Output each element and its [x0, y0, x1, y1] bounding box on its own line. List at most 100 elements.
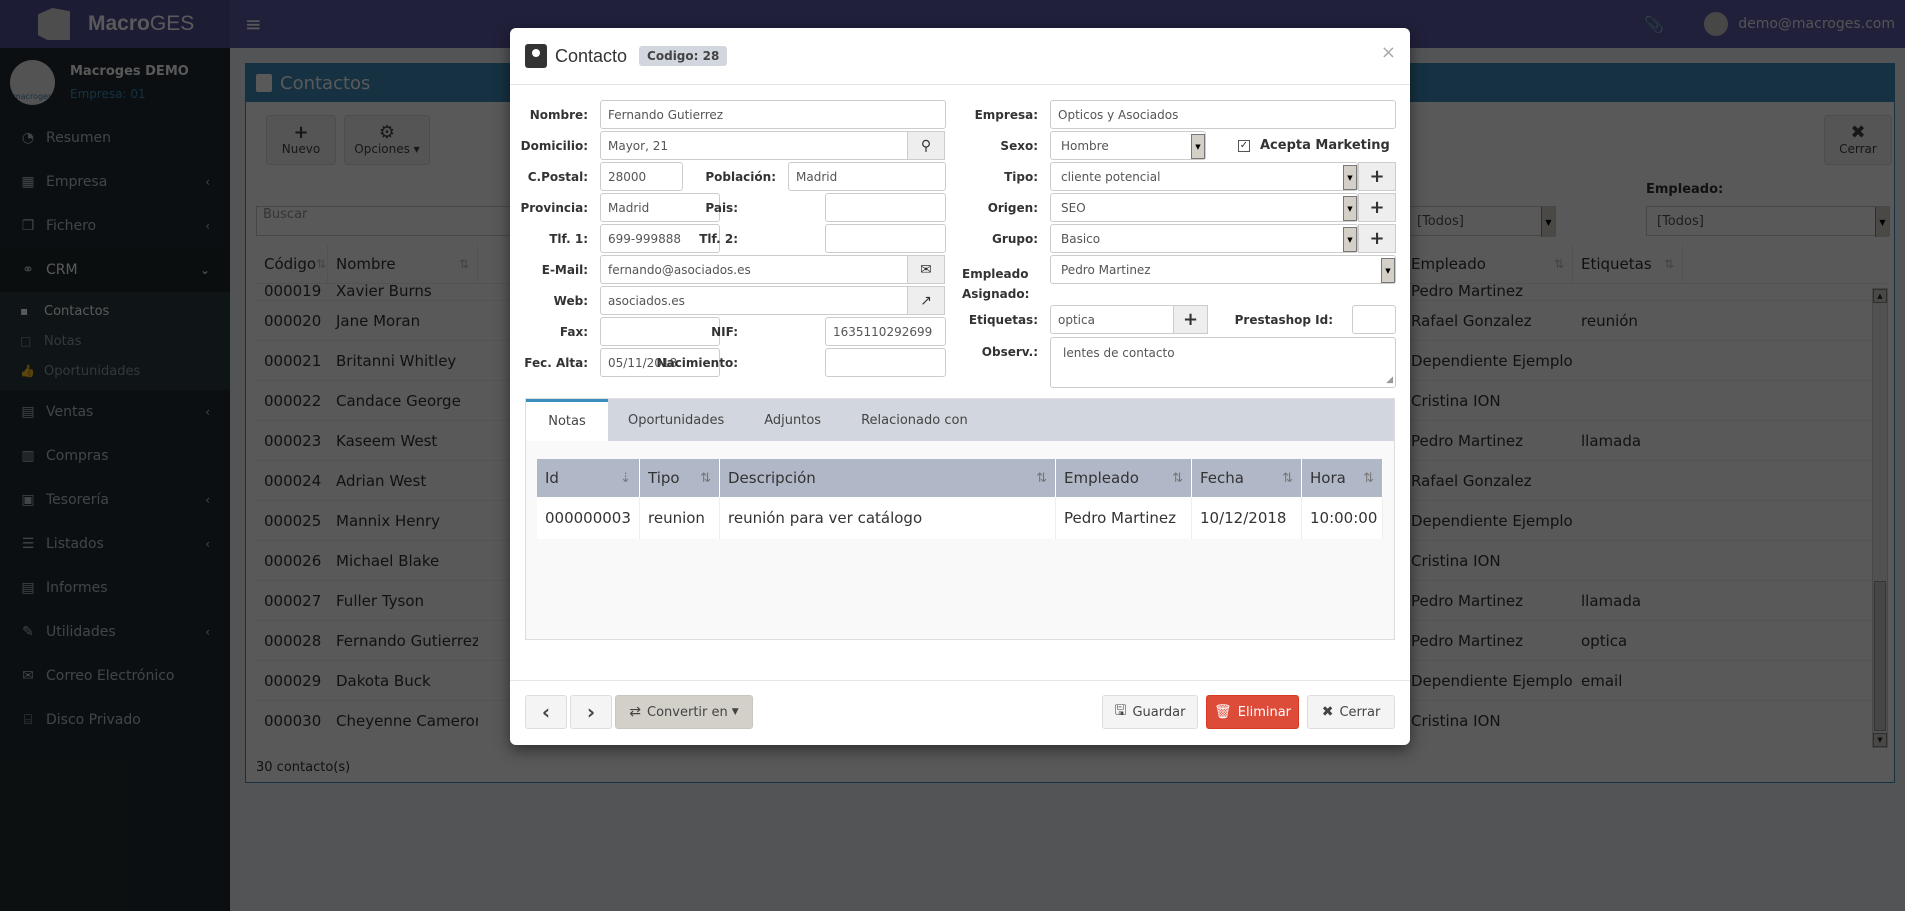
- tab-adjuntos[interactable]: Adjuntos: [744, 399, 841, 441]
- notes-column-header[interactable]: Hora ⇅: [1302, 459, 1383, 497]
- email-field[interactable]: fernando@asociados.es: [600, 255, 908, 284]
- empresa-field[interactable]: Opticos y Asociados: [1050, 100, 1396, 129]
- column-label: Empleado: [1064, 469, 1139, 487]
- tipo-select[interactable]: cliente potencial ▼: [1050, 162, 1358, 191]
- sort-icon[interactable]: ⇅: [1036, 471, 1047, 486]
- sort-icon[interactable]: ⇅: [1363, 471, 1374, 486]
- observ-textarea[interactable]: lentes de contacto ◢: [1050, 337, 1396, 388]
- delete-button[interactable]: 🗑 Eliminar: [1206, 695, 1299, 729]
- fax-field[interactable]: [600, 317, 720, 346]
- domicilio-field[interactable]: Mayor, 21: [600, 131, 908, 160]
- contact-modal: Contacto Codigo: 28 × Nombre: Fernando G…: [510, 28, 1410, 745]
- modal-tabs: Notas Oportunidades Adjuntos Relacionado co…: [525, 398, 1395, 640]
- dropdown-arrow-icon[interactable]: ▼: [1343, 196, 1357, 221]
- etiquetas-label: Etiquetas:: [968, 313, 1038, 327]
- modal-close-icon[interactable]: ×: [1381, 42, 1396, 63]
- notes-table: Id ⇣ Tipo ⇅ Descripción ⇅ Empleado ⇅ Fecha ⇅ Hora ⇅…: [537, 459, 1383, 539]
- sort-icon[interactable]: ⇅: [1172, 471, 1183, 486]
- sexo-value: Hombre: [1061, 138, 1109, 153]
- origen-select[interactable]: SEO ▼: [1050, 193, 1358, 222]
- close-button[interactable]: ✖ Cerrar: [1307, 695, 1395, 729]
- etiquetas-field[interactable]: optica: [1050, 305, 1174, 334]
- notes-column-header[interactable]: Descripción ⇅: [720, 459, 1056, 497]
- empleado-value: Pedro Martinez: [1061, 262, 1151, 277]
- provincia-label: Provincia:: [520, 201, 588, 215]
- tab-oportunidades[interactable]: Oportunidades: [608, 399, 744, 441]
- delete-label: Eliminar: [1237, 704, 1292, 720]
- nif-field[interactable]: 1635110292699: [825, 317, 946, 346]
- nacimiento-label: Nacimiento:: [656, 356, 738, 370]
- poblacion-field[interactable]: Madrid: [788, 162, 946, 191]
- convert-dropdown-button[interactable]: ⇄ Convertir en ▼: [615, 695, 753, 729]
- tlf2-field[interactable]: [825, 224, 946, 253]
- fax-label: Fax:: [559, 325, 588, 339]
- tipo-label: Tipo:: [1004, 170, 1038, 184]
- add-grupo-button[interactable]: +: [1358, 224, 1396, 253]
- notes-column-header[interactable]: Id ⇣: [537, 459, 640, 497]
- tab-relacionado-con[interactable]: Relacionado con: [841, 399, 988, 441]
- empleado-select[interactable]: Pedro Martinez ▼: [1050, 255, 1396, 284]
- column-label: Tipo: [648, 469, 680, 487]
- nacimiento-field[interactable]: [825, 348, 946, 377]
- notes-column-header[interactable]: Empleado ⇅: [1056, 459, 1192, 497]
- note-row[interactable]: 000000003 reunion reunión para ver catálog…: [537, 497, 1383, 539]
- observ-value: lentes de contacto: [1063, 346, 1175, 360]
- prestashop-label: Prestashop Id:: [1234, 313, 1333, 327]
- exchange-icon: ⇄: [629, 704, 642, 720]
- notes-column-header[interactable]: Tipo ⇅: [640, 459, 720, 497]
- envelope-icon[interactable]: ✉: [907, 255, 945, 284]
- save-button[interactable]: 🖫 Guardar: [1102, 695, 1198, 729]
- next-record-button[interactable]: ›: [570, 695, 612, 729]
- add-tipo-button[interactable]: +: [1358, 162, 1396, 191]
- pais-field[interactable]: [825, 193, 946, 222]
- close-label: Cerrar: [1339, 704, 1381, 720]
- acepta-marketing-checkbox[interactable]: ✓ Acepta Marketing: [1238, 138, 1390, 153]
- web-field[interactable]: asociados.es: [600, 286, 908, 315]
- trash-icon: 🗑: [1213, 704, 1232, 720]
- sort-icon[interactable]: ⇅: [1282, 471, 1293, 486]
- cpostal-field[interactable]: 28000: [600, 162, 683, 191]
- provincia-field[interactable]: Madrid: [600, 193, 720, 222]
- fec-alta-label: Fec. Alta:: [524, 356, 588, 370]
- tlf2-label: Tlf. 2:: [699, 232, 738, 246]
- dropdown-arrow-icon[interactable]: ▼: [1381, 258, 1395, 283]
- notes-column-header[interactable]: Fecha ⇅: [1192, 459, 1302, 497]
- dropdown-arrow-icon[interactable]: ▼: [1343, 165, 1357, 190]
- dropdown-arrow-icon[interactable]: ▼: [1343, 227, 1357, 252]
- modal-footer: ‹ › ⇄ Convertir en ▼ 🖫 Guardar 🗑 Elimina…: [510, 680, 1410, 745]
- column-label: Descripción: [728, 469, 816, 487]
- dropdown-arrow-icon[interactable]: ▼: [1191, 134, 1205, 159]
- tab-notas[interactable]: Notas: [526, 399, 608, 441]
- sort-icon[interactable]: ⇅: [700, 471, 711, 486]
- prev-record-button[interactable]: ‹: [525, 695, 567, 729]
- add-origen-button[interactable]: +: [1358, 193, 1396, 222]
- tipo-value: cliente potencial: [1061, 169, 1161, 184]
- pais-label: Pais:: [705, 201, 738, 215]
- external-link-icon[interactable]: ↗: [907, 286, 945, 315]
- prestashop-field[interactable]: [1352, 305, 1396, 334]
- nombre-field[interactable]: Fernando Gutierrez: [600, 100, 946, 129]
- resize-handle-icon[interactable]: ◢: [1386, 375, 1393, 385]
- empleado-label-line1: Empleado: [962, 267, 1029, 281]
- save-label: Guardar: [1132, 704, 1186, 720]
- note-cell-hora: 10:00:00: [1302, 497, 1383, 539]
- nombre-label: Nombre:: [529, 108, 588, 122]
- convert-label: Convertir en: [647, 704, 728, 720]
- grupo-select[interactable]: Basico ▼: [1050, 224, 1358, 253]
- email-label: E-Mail:: [541, 263, 588, 277]
- add-etiqueta-button[interactable]: +: [1173, 305, 1208, 334]
- domicilio-label: Domicilio:: [520, 139, 588, 153]
- sort-icon[interactable]: ⇣: [620, 471, 631, 486]
- sexo-select[interactable]: Hombre ▼: [1050, 131, 1206, 160]
- cpostal-label: C.Postal:: [527, 170, 588, 184]
- map-marker-icon[interactable]: ⚲: [907, 131, 945, 160]
- observ-label: Observ.:: [981, 345, 1038, 359]
- checkbox-checked-icon[interactable]: ✓: [1238, 139, 1250, 152]
- chevron-left-icon: ‹: [541, 700, 551, 724]
- caret-down-icon: ▼: [731, 707, 739, 717]
- note-cell-empleado: Pedro Martinez: [1056, 497, 1192, 539]
- empresa-label: Empresa:: [974, 108, 1038, 122]
- note-cell-id: 000000003: [537, 497, 640, 539]
- column-label: Id: [545, 469, 559, 487]
- empleado-label-line2: Asignado:: [962, 287, 1030, 301]
